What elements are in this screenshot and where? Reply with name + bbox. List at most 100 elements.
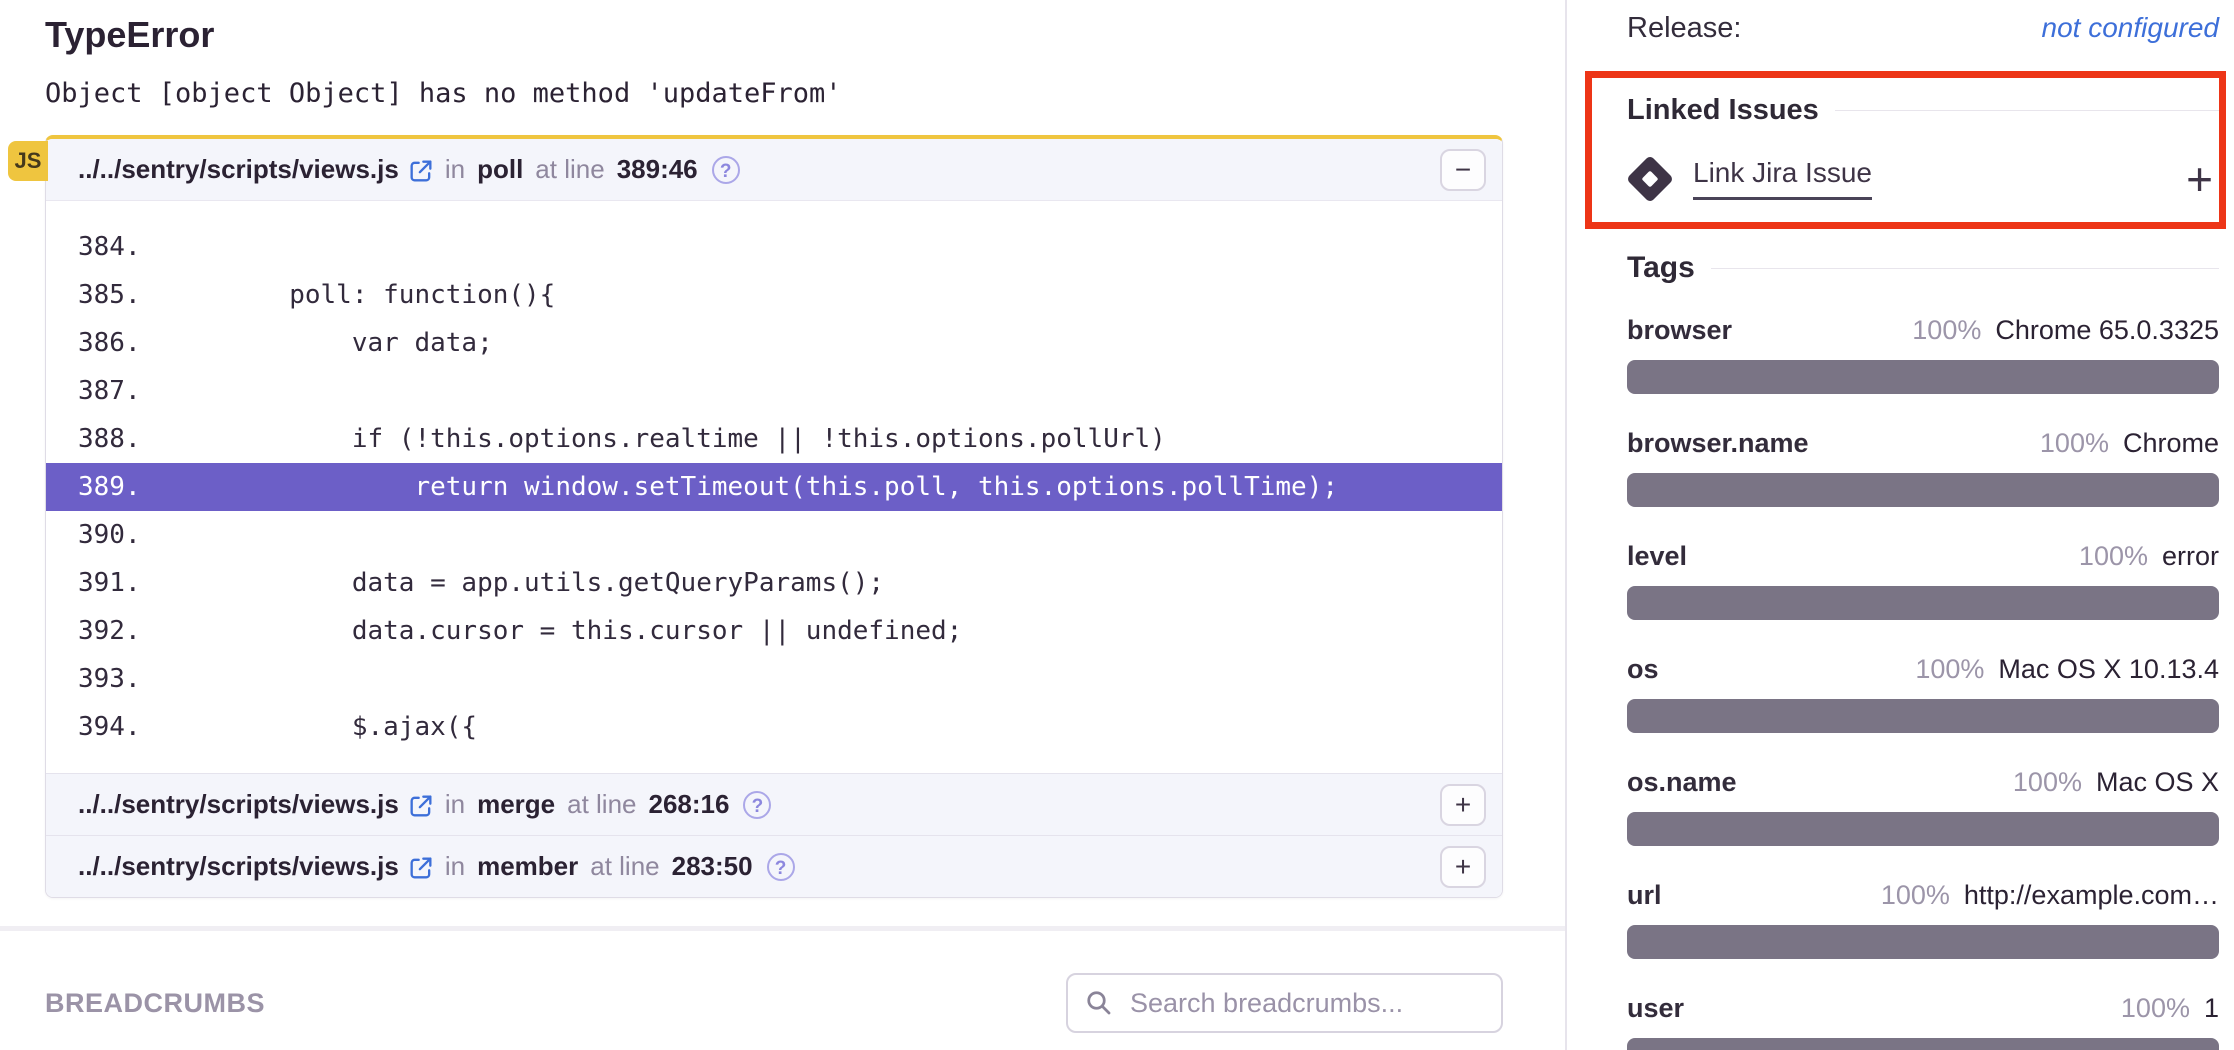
frame-line-number: 389:46 bbox=[617, 154, 698, 185]
code-line: 392. data.cursor = this.cursor || undefi… bbox=[46, 607, 1502, 655]
error-message: Object [object Object] has no method 'up… bbox=[45, 78, 1503, 109]
linked-issues-header: Linked Issues bbox=[1627, 94, 2219, 127]
tag-distribution-bar bbox=[1627, 699, 2219, 733]
search-icon bbox=[1084, 988, 1114, 1018]
stack-frame-header-poll[interactable]: ../../sentry/scripts/views.js in poll at… bbox=[46, 139, 1502, 201]
tag-row-browser-name: browser.name 100% Chrome bbox=[1627, 428, 2219, 507]
search-input[interactable] bbox=[1128, 987, 1486, 1020]
linked-issues-title: Linked Issues bbox=[1627, 94, 1819, 127]
tag-key: os.name bbox=[1627, 767, 1737, 798]
tags-section: Tags browser 100% Chrome 65.0.3325 brows… bbox=[1627, 251, 2219, 1050]
tags-title: Tags bbox=[1627, 251, 1695, 285]
release-row: Release: not configured bbox=[1627, 12, 2219, 45]
tag-value: Chrome 65.0.3325 bbox=[1995, 315, 2219, 346]
tag-value: 1 bbox=[2204, 993, 2219, 1024]
linked-issues-annotation-box: Linked Issues Link Jira Issue + bbox=[1585, 71, 2226, 229]
error-type-title: TypeError bbox=[45, 14, 1503, 56]
tag-key: user bbox=[1627, 993, 1684, 1024]
breadcrumbs-search[interactable] bbox=[1066, 973, 1503, 1033]
frame-file-path[interactable]: ../../sentry/scripts/views.js bbox=[78, 851, 399, 882]
tag-percent: 100% bbox=[2079, 541, 2148, 572]
frame-in-label: in bbox=[445, 154, 465, 185]
header-rule bbox=[1835, 110, 2219, 111]
platform-js-badge: JS bbox=[8, 141, 48, 181]
tag-percent: 100% bbox=[1881, 880, 1950, 911]
external-link-icon[interactable] bbox=[407, 854, 435, 882]
collapse-frame-button[interactable]: − bbox=[1440, 149, 1486, 191]
tag-row-level: level 100% error bbox=[1627, 541, 2219, 620]
tag-key: level bbox=[1627, 541, 1687, 572]
stack-frame-header-member[interactable]: ../../sentry/scripts/views.js in member … bbox=[46, 835, 1502, 897]
tag-row-url: url 100% http://example.com… bbox=[1627, 880, 2219, 959]
code-line-highlighted: 389. return window.setTimeout(this.poll,… bbox=[46, 463, 1502, 511]
exception-panel: TypeError Object [object Object] has no … bbox=[0, 0, 1565, 1050]
tag-distribution-bar bbox=[1627, 1038, 2219, 1050]
tag-distribution-bar bbox=[1627, 360, 2219, 394]
frame-atline-label: at line bbox=[535, 154, 604, 185]
frame-file-path[interactable]: ../../sentry/scripts/views.js bbox=[78, 154, 399, 185]
code-line: 391. data = app.utils.getQueryParams(); bbox=[46, 559, 1502, 607]
tag-row-user: user 100% 1 bbox=[1627, 993, 2219, 1050]
tag-distribution-bar bbox=[1627, 473, 2219, 507]
frame-atline-label: at line bbox=[590, 851, 659, 882]
frame-function-name: poll bbox=[477, 154, 523, 185]
tag-row-os: os 100% Mac OS X 10.13.4 bbox=[1627, 654, 2219, 733]
frame-file-path[interactable]: ../../sentry/scripts/views.js bbox=[78, 789, 399, 820]
code-line: 385. poll: function(){ bbox=[46, 271, 1502, 319]
expand-frame-button[interactable]: + bbox=[1440, 846, 1486, 888]
frame-line-number: 268:16 bbox=[649, 789, 730, 820]
code-line: 394. $.ajax({ bbox=[46, 703, 1502, 751]
source-code-context: 384. 385. poll: function(){ 386. var dat… bbox=[46, 201, 1502, 773]
tag-value: Chrome bbox=[2123, 428, 2219, 459]
frame-atline-label: at line bbox=[567, 789, 636, 820]
expand-frame-button[interactable]: + bbox=[1440, 784, 1486, 826]
jira-icon bbox=[1626, 154, 1674, 202]
stacktrace-card: JS ../../sentry/scripts/views.js in poll… bbox=[45, 135, 1503, 898]
code-line: 390. bbox=[46, 511, 1502, 559]
code-line: 387. bbox=[46, 367, 1502, 415]
tag-key: os bbox=[1627, 654, 1659, 685]
frame-function-name: merge bbox=[477, 789, 555, 820]
code-line: 388. if (!this.options.realtime || !this… bbox=[46, 415, 1502, 463]
tag-percent: 100% bbox=[1915, 654, 1984, 685]
code-line: 386. var data; bbox=[46, 319, 1502, 367]
code-line: 384. bbox=[46, 223, 1502, 271]
tag-value: error bbox=[2162, 541, 2219, 572]
tag-value: Mac OS X 10.13.4 bbox=[1998, 654, 2219, 685]
add-issue-plus-icon[interactable]: + bbox=[2186, 164, 2213, 194]
breadcrumbs-header: BREADCRUMBS bbox=[45, 973, 1503, 1033]
tag-key: browser.name bbox=[1627, 428, 1809, 459]
issue-detail-page: TypeError Object [object Object] has no … bbox=[0, 0, 2234, 1050]
tag-value: Mac OS X bbox=[2096, 767, 2219, 798]
help-icon[interactable]: ? bbox=[712, 156, 740, 184]
release-not-configured-link[interactable]: not configured bbox=[2042, 12, 2219, 44]
stack-frame-header-merge[interactable]: ../../sentry/scripts/views.js in merge a… bbox=[46, 773, 1502, 835]
frame-function-name: member bbox=[477, 851, 578, 882]
tag-row-browser: browser 100% Chrome 65.0.3325 bbox=[1627, 315, 2219, 394]
tags-header: Tags bbox=[1627, 251, 2219, 285]
tag-distribution-bar bbox=[1627, 586, 2219, 620]
tag-row-os-name: os.name 100% Mac OS X bbox=[1627, 767, 2219, 846]
frame-in-label: in bbox=[445, 851, 465, 882]
link-jira-issue-link[interactable]: Link Jira Issue bbox=[1693, 157, 1872, 200]
tag-percent: 100% bbox=[2013, 767, 2082, 798]
section-divider bbox=[0, 926, 1565, 931]
help-icon[interactable]: ? bbox=[767, 853, 795, 881]
tag-value: http://example.com… bbox=[1964, 880, 2219, 911]
link-jira-issue-row: Link Jira Issue + bbox=[1627, 157, 2219, 200]
breadcrumbs-title: BREADCRUMBS bbox=[45, 988, 265, 1019]
help-icon[interactable]: ? bbox=[743, 791, 771, 819]
code-line: 393. bbox=[46, 655, 1502, 703]
external-link-icon[interactable] bbox=[407, 157, 435, 185]
tag-percent: 100% bbox=[2040, 428, 2109, 459]
issue-sidebar: Release: not configured Linked Issues Li… bbox=[1565, 0, 2234, 1050]
frame-in-label: in bbox=[445, 789, 465, 820]
tag-distribution-bar bbox=[1627, 812, 2219, 846]
external-link-icon[interactable] bbox=[407, 792, 435, 820]
frame-line-number: 283:50 bbox=[672, 851, 753, 882]
release-label: Release: bbox=[1627, 12, 1741, 45]
tag-key: url bbox=[1627, 880, 1662, 911]
tag-percent: 100% bbox=[2121, 993, 2190, 1024]
tag-key: browser bbox=[1627, 315, 1732, 346]
tag-percent: 100% bbox=[1912, 315, 1981, 346]
